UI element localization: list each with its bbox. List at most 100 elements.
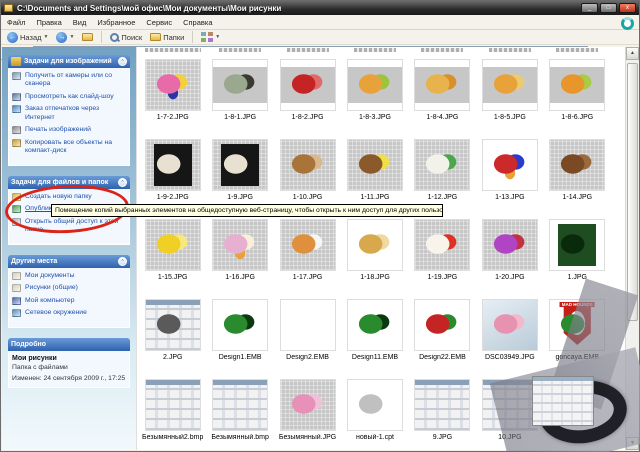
file-thumbnail[interactable]: 1-8-6.JPG [544,57,611,137]
file-thumbnail[interactable]: 1-19.JPG [409,217,476,297]
thumbnail-motif [415,140,470,190]
forward-button[interactable]: → ▼ [54,31,76,43]
file-thumbnail[interactable]: Безымянный.JPG [274,377,341,450]
thumbnail-motif [347,60,402,110]
search-button[interactable]: Поиск [108,32,144,42]
sidebar-task-item[interactable]: Просмотреть как слайд-шоу [12,92,126,101]
sidebar-panel-header[interactable]: Задачи для файлов и папок ^ [8,175,130,189]
collapse-chevron-icon[interactable]: ^ [118,57,127,66]
sidebar-task-item[interactable]: Копировать все объекты на компакт-диск [12,138,126,156]
menu-item[interactable]: Избранное [97,18,135,27]
thumbnail-motif [347,140,402,190]
file-thumbnail[interactable]: Безымянный2.bmp [139,377,206,450]
sidebar-panel-header[interactable]: Задачи для изображений ^ [8,55,130,68]
menu-item[interactable]: Вид [73,18,87,27]
views-button[interactable]: ▼ [199,32,222,42]
collapse-chevron-icon[interactable]: ^ [118,256,127,266]
file-thumbnail[interactable]: Design1.EMB [206,297,273,377]
toolbar: ← Назад ▼ → ▼ Поиск Папки ▼ [1,30,639,45]
file-thumbnail[interactable]: 1-15.JPG [139,217,206,297]
sidebar-task-item[interactable]: Мои документы [12,271,126,280]
sidebar-task-item[interactable]: Печать изображений [12,126,126,135]
thumbnail-motif [280,140,335,190]
file-thumbnail[interactable]: Design2.EMB [274,297,341,377]
sidebar-task-item[interactable]: Открыть общий доступ к этой папке [12,217,126,235]
sidebar-task-item[interactable]: Создать новую папку [12,192,126,201]
collapse-chevron-icon[interactable]: ^ [118,177,127,187]
file-thumbnail[interactable]: 1-20.JPG [476,217,543,297]
scroll-down-icon[interactable]: ▼ [626,437,639,450]
forward-dropdown-icon[interactable]: ▼ [69,34,74,40]
maximize-button[interactable]: □ [600,3,617,13]
file-name: 1-8-6.JPG [561,114,594,121]
sidebar-task-item[interactable]: Сетевое окружение [12,309,126,318]
menu-item[interactable]: Файл [7,18,25,27]
file-thumbnail[interactable]: 1-16.JPG [206,217,273,297]
file-name: Безымянный2.bmp [142,434,204,441]
file-thumbnail[interactable]: DSC03949.JPG [476,297,543,377]
views-dropdown-icon[interactable]: ▼ [215,34,220,40]
file-thumbnail[interactable]: 1-8-5.JPG [476,57,543,137]
file-name: 1-18.JPG [360,274,390,281]
file-name: Design1.EMB [218,354,262,361]
file-name: 1.JPG [567,274,587,281]
close-button[interactable]: x [619,3,636,13]
file-thumbnail[interactable]: Безымянный.bmp [206,377,273,450]
menu-item[interactable]: Сервис [146,18,172,27]
title-bar[interactable]: C:\Documents and Settings\мой офис\Мои д… [1,1,639,15]
back-dropdown-icon[interactable]: ▼ [44,34,49,40]
my-computer-icon [12,296,21,305]
file-thumbnail[interactable]: 1-14.JPG [544,137,611,217]
minimize-button[interactable]: _ [581,3,598,13]
folders-button-label: Папки [163,32,185,42]
file-name: Design11.EMB [351,354,399,361]
file-thumbnail[interactable]: MAD HOUNDS goncaya.EMB [544,297,611,377]
sidebar-task-item[interactable]: Рисунки (общие) [12,284,126,293]
throbber-logo-icon [621,17,634,30]
file-thumbnail[interactable]: 1-8-3.JPG [341,57,408,137]
details-folder-name: Мои рисунки [12,354,57,362]
back-button-label: Назад [20,32,42,42]
file-thumbnail-image [414,219,471,271]
file-thumbnail[interactable]: 1-8-1.JPG [206,57,273,137]
thumbnail-motif [347,220,402,270]
file-thumbnail[interactable]: Design22.EMB [409,297,476,377]
sidebar-panel-header[interactable]: Другие места ^ [8,254,130,268]
file-thumbnail[interactable]: 1-7-2.JPG [139,57,206,137]
file-thumbnail[interactable]: 1-18.JPG [341,217,408,297]
file-thumbnail[interactable]: 10.JPG [476,377,543,450]
file-thumbnail[interactable]: Design11.EMB [341,297,408,377]
file-name: 1-20.JPG [495,274,525,281]
sidebar-task-item[interactable]: Заказ отпечатков через Интернет [12,105,126,122]
sidebar-panel-header[interactable]: Подробно ^ [8,337,130,351]
file-thumbnail[interactable]: 1-17.JPG [274,217,341,297]
menu-item[interactable]: Правка [36,18,61,27]
file-thumbnail[interactable]: 1-13.JPG [476,137,543,217]
file-name: Безымянный.bmp [211,434,269,441]
window-title: C:\Documents and Settings\мой офис\Мои д… [17,3,282,13]
sidebar-task-item[interactable]: Мой компьютер [12,296,126,305]
clipped-file-label [353,48,396,52]
file-thumbnail[interactable]: 1.JPG [544,217,611,297]
thumbnail-motif [213,140,268,190]
file-list-area[interactable]: 1-7-2.JPG 1-8-1.JPG 1-8-2.JPG 1-8-3.JPG … [136,47,625,450]
file-thumbnail[interactable]: 1-8-4.JPG [409,57,476,137]
scrollbar-thumb[interactable] [627,63,638,321]
sidebar-panel: Другие места ^ Мои документы Рисунки (об… [8,254,130,328]
scroll-up-icon[interactable]: ▲ [626,47,639,60]
file-thumbnail-image: MAD HOUNDS [549,299,606,351]
file-thumbnail-image [346,379,403,431]
sidebar-task-item[interactable]: Получить от камеры или со сканера [12,72,126,89]
folders-button[interactable]: Папки [148,33,186,42]
file-thumbnail[interactable]: 9.JPG [409,377,476,450]
thumbnail-motif [280,60,335,110]
file-thumbnail[interactable]: 2.JPG [139,297,206,377]
file-thumbnail[interactable]: новый-1.cpt [341,377,408,450]
file-thumbnail[interactable]: 1-8-2.JPG [274,57,341,137]
vertical-scrollbar[interactable]: ▲ ▼ [625,47,639,450]
back-button[interactable]: ← Назад ▼ [5,31,50,43]
up-button[interactable] [80,33,95,41]
menu-item[interactable]: Справка [183,18,212,27]
thumbnail-motif [145,300,200,350]
sidebar-task-label: Мои документы [25,271,75,279]
